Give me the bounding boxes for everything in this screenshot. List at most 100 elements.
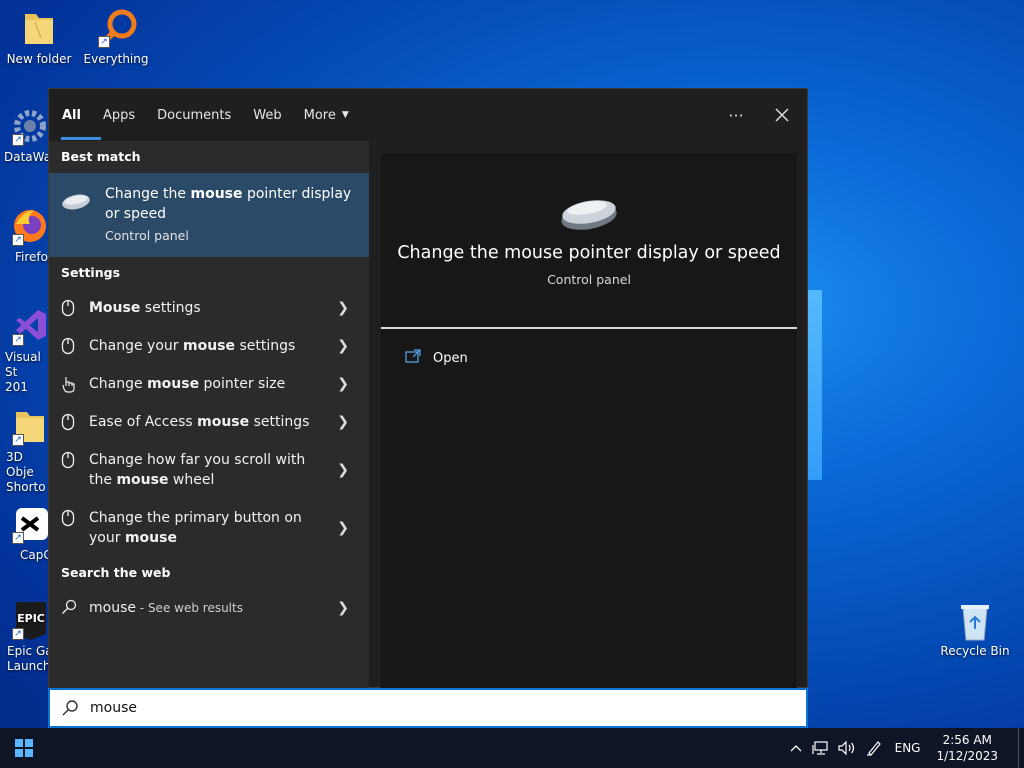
chevron-right-icon[interactable]: ❯ xyxy=(337,300,349,316)
search-web-heading: Search the web xyxy=(61,565,171,580)
wallpaper-glow xyxy=(806,290,822,480)
network-icon[interactable] xyxy=(807,741,833,755)
folder-icon xyxy=(21,8,57,48)
folder-icon: ↗ xyxy=(12,406,48,446)
epic-games-icon: EPIC ↗ xyxy=(12,600,48,640)
chevron-right-icon[interactable]: ❯ xyxy=(337,414,349,430)
mouse-outline-icon xyxy=(61,337,75,359)
shortcut-arrow-icon: ↗ xyxy=(12,532,24,544)
desktop-icon-label: Epic Ga Launch xyxy=(7,644,53,673)
tab-web[interactable]: Web xyxy=(242,89,292,141)
mouse-outline-icon xyxy=(61,451,75,473)
mouse-outline-icon xyxy=(61,413,75,435)
open-action[interactable]: Open xyxy=(405,349,468,367)
chevron-right-icon[interactable]: ❯ xyxy=(337,520,349,536)
clock[interactable]: 2:56 AM 1/12/2023 xyxy=(928,732,1008,764)
settings-result-item[interactable]: Change the primary button on your mouse … xyxy=(49,499,369,557)
settings-result-item[interactable]: Mouse settings ❯ xyxy=(49,289,369,327)
desktop-icon-firefox[interactable]: ↗ Firefo xyxy=(0,206,54,265)
clock-time: 2:56 AM xyxy=(942,733,992,747)
taskbar: ENG 2:56 AM 1/12/2023 xyxy=(0,728,1024,768)
settings-heading: Settings xyxy=(61,265,121,280)
desktop-icon-everything[interactable]: ↗ Everything xyxy=(78,8,154,67)
mouse-icon xyxy=(61,193,91,215)
chevron-right-icon[interactable]: ❯ xyxy=(337,600,349,616)
search-tabs-bar: All Apps Documents Web More ▼ ··· xyxy=(49,89,807,141)
desktop-icon-3d-objects[interactable]: ↗ 3D Obje Shorto xyxy=(0,406,54,495)
search-icon xyxy=(61,599,77,619)
open-action-label: Open xyxy=(433,350,468,366)
magnifier-app-icon: ↗ xyxy=(98,8,137,48)
windows-logo-icon xyxy=(15,739,33,757)
tab-more-label: More xyxy=(303,107,336,123)
desktop-icon-new-folder[interactable]: New folder xyxy=(1,8,77,67)
tab-apps[interactable]: Apps xyxy=(92,89,146,141)
preview-subtitle: Control panel xyxy=(547,272,631,287)
shortcut-arrow-icon: ↗ xyxy=(12,628,24,640)
chevron-right-icon[interactable]: ❯ xyxy=(337,376,349,392)
volume-icon[interactable] xyxy=(833,741,861,755)
chevron-up-icon[interactable] xyxy=(785,744,807,752)
svg-text:EPIC: EPIC xyxy=(17,612,45,625)
chevron-right-icon[interactable]: ❯ xyxy=(337,338,349,354)
desktop-icon-label: Visual St 201 xyxy=(5,350,41,394)
shortcut-arrow-icon: ↗ xyxy=(12,134,24,146)
chevron-right-icon[interactable]: ❯ xyxy=(337,462,349,478)
system-tray: ENG 2:56 AM 1/12/2023 xyxy=(785,728,1024,768)
best-match-title: Change the mouse pointer display or spee… xyxy=(105,186,352,222)
desktop-icon-label: DataWag xyxy=(4,150,59,164)
tab-more[interactable]: More ▼ xyxy=(293,89,360,141)
firefox-icon: ↗ xyxy=(12,206,48,246)
web-query: mouse xyxy=(89,600,136,616)
search-panel: All Apps Documents Web More ▼ ··· Best m… xyxy=(48,88,808,689)
desktop-icon-recycle-bin[interactable]: Recycle Bin xyxy=(937,600,1013,659)
desktop-icon-label: Recycle Bin xyxy=(940,644,1010,658)
results-list: Best match Change the mouse pointer disp… xyxy=(49,141,369,689)
desktop-icon-capcut[interactable]: ↗ CapC xyxy=(0,504,54,563)
recycle-bin-icon xyxy=(957,600,993,641)
best-match-heading: Best match xyxy=(61,149,141,164)
desktop-icon-label: CapC xyxy=(20,548,52,562)
desktop-icon-epic-games[interactable]: EPIC ↗ Epic Ga Launch xyxy=(0,600,54,674)
caret-down-icon: ▼ xyxy=(341,110,349,120)
shortcut-arrow-icon: ↗ xyxy=(12,334,24,346)
desktop-icon-label: New folder xyxy=(6,52,72,66)
close-icon[interactable] xyxy=(757,89,807,141)
web-result-item[interactable]: mouse - See web results ❯ xyxy=(49,589,369,627)
preview-title: Change the mouse pointer display or spee… xyxy=(397,243,781,263)
web-suffix: - See web results xyxy=(135,601,243,615)
best-match-subtitle: Control panel xyxy=(105,228,189,243)
desktop-icon-visual-studio[interactable]: ↗ Visual St 201 xyxy=(0,306,54,395)
clock-date: 1/12/2023 xyxy=(936,749,998,763)
desktop-icon-label: Everything xyxy=(83,52,149,66)
more-options-icon[interactable]: ··· xyxy=(715,89,757,141)
visual-studio-icon: ↗ xyxy=(12,306,48,346)
hand-pointer-icon xyxy=(61,375,77,397)
gear-app-icon: ↗ xyxy=(12,106,48,146)
settings-result-item[interactable]: Change your mouse settings ❯ xyxy=(49,327,369,365)
search-input[interactable] xyxy=(90,700,690,716)
search-box[interactable] xyxy=(48,688,808,728)
pen-icon[interactable] xyxy=(861,740,887,756)
shortcut-arrow-icon: ↗ xyxy=(12,434,24,446)
search-icon xyxy=(50,699,90,717)
best-match-item[interactable]: Change the mouse pointer display or spee… xyxy=(49,173,369,257)
shortcut-arrow-icon: ↗ xyxy=(98,36,110,48)
tab-all[interactable]: All xyxy=(49,89,101,141)
start-button[interactable] xyxy=(0,728,48,768)
shortcut-arrow-icon: ↗ xyxy=(12,234,24,246)
desktop-icon-datawag[interactable]: ↗ DataWag xyxy=(0,106,59,165)
capcut-icon: ↗ xyxy=(12,504,48,544)
desktop-icon-label: 3D Obje Shorto xyxy=(6,450,46,494)
preview-pane: Change the mouse pointer display or spee… xyxy=(381,153,797,689)
mouse-outline-icon xyxy=(61,509,75,531)
settings-result-item[interactable]: Ease of Access mouse settings ❯ xyxy=(49,403,369,441)
desktop-icon-label: Firefo xyxy=(15,250,48,264)
mouse-outline-icon xyxy=(61,299,75,321)
open-external-icon xyxy=(405,349,421,367)
tab-documents[interactable]: Documents xyxy=(146,89,242,141)
settings-result-item[interactable]: Change how far you scroll with the mouse… xyxy=(49,441,369,499)
language-indicator[interactable]: ENG xyxy=(887,741,929,755)
show-desktop-button[interactable] xyxy=(1018,728,1024,768)
settings-result-item[interactable]: Change mouse pointer size ❯ xyxy=(49,365,369,403)
